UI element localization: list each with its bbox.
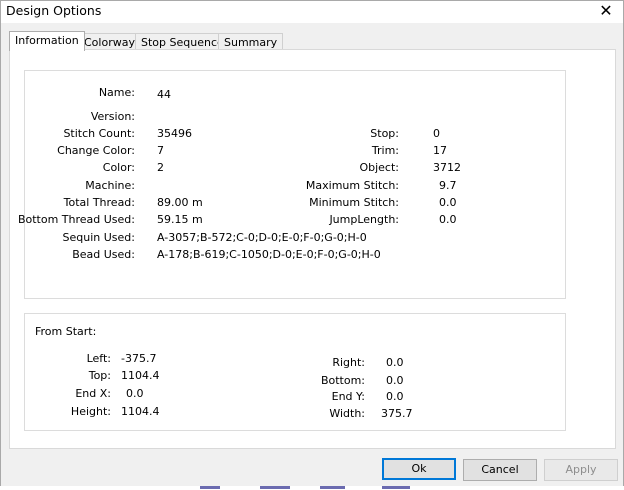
width-label: Width:	[329, 407, 365, 420]
color-label: Color:	[102, 161, 135, 174]
end-y-label: End Y:	[331, 390, 365, 403]
background-fragment	[200, 486, 220, 489]
bead-used-label: Bead Used:	[72, 248, 135, 261]
stitch-count-value: 35496	[157, 127, 192, 140]
max-stitch-label: Maximum Stitch:	[305, 179, 399, 192]
name-label: Name:	[98, 86, 135, 99]
jump-length-label: JumpLength:	[329, 213, 399, 226]
min-stitch-label: Minimum Stitch:	[309, 196, 399, 209]
background-strip	[0, 486, 624, 490]
min-stitch-value: 0.0	[439, 196, 457, 209]
change-color-value: 7	[157, 144, 164, 157]
bottom-thread-label: Bottom Thread Used:	[17, 213, 135, 226]
information-page: Name: 44 Version: Stitch Count: 35496 Ch…	[9, 49, 616, 449]
change-color-label: Change Color:	[57, 144, 135, 157]
right-label: Right:	[332, 356, 365, 369]
left-label: Left:	[86, 352, 111, 365]
tab-colorway[interactable]: Colorway	[78, 33, 141, 50]
bottom-value: 0.0	[386, 374, 404, 387]
top-label: Top:	[88, 369, 111, 382]
cancel-button[interactable]: Cancel	[463, 459, 537, 481]
title-bar: Design Options ✕	[1, 1, 623, 23]
tab-stop-sequence[interactable]: Stop Sequence	[135, 33, 230, 50]
sequin-used-value: A-3057;B-572;C-0;D-0;E-0;F-0;G-0;H-0	[157, 231, 367, 244]
bottom-thread-value: 59.15 m	[157, 213, 203, 226]
sequin-used-label: Sequin Used:	[62, 231, 135, 244]
width-value: 375.7	[381, 407, 413, 420]
object-label: Object:	[359, 161, 399, 174]
background-fragment	[260, 486, 290, 489]
tab-information[interactable]: Information	[9, 31, 85, 51]
object-value: 3712	[433, 161, 461, 174]
close-icon[interactable]: ✕	[589, 1, 623, 23]
end-x-label: End X:	[75, 387, 111, 400]
height-value: 1104.4	[121, 405, 160, 418]
design-info-group: Name: 44 Version: Stitch Count: 35496 Ch…	[18, 70, 566, 299]
bottom-label: Bottom:	[320, 374, 365, 387]
apply-button[interactable]: Apply	[544, 459, 618, 481]
end-x-value: 0.0	[126, 387, 144, 400]
stop-value: 0	[433, 127, 440, 140]
top-value: 1104.4	[121, 369, 160, 382]
total-thread-label: Total Thread:	[63, 196, 135, 209]
tab-summary[interactable]: Summary	[218, 33, 284, 50]
machine-label: Machine:	[85, 179, 135, 192]
bead-used-value: A-178;B-619;C-1050;D-0;E-0;F-0;G-0;H-0	[157, 248, 381, 261]
right-value: 0.0	[386, 356, 404, 369]
total-thread-value: 89.00 m	[157, 196, 203, 209]
name-value: 44	[157, 88, 171, 101]
background-fragment	[320, 486, 345, 489]
version-label: Version:	[90, 110, 135, 123]
from-start-group: From Start: Left: -375.7 Top: 1104.4 End…	[24, 313, 566, 431]
trim-label: Trim:	[371, 144, 399, 157]
jump-length-value: 0.0	[439, 213, 457, 226]
height-label: Height:	[70, 405, 111, 418]
trim-value: 17	[433, 144, 447, 157]
color-value: 2	[157, 161, 164, 174]
background-fragment	[382, 486, 410, 489]
stitch-count-label: Stitch Count:	[63, 127, 135, 140]
stop-label: Stop:	[370, 127, 399, 140]
end-y-value: 0.0	[386, 390, 404, 403]
max-stitch-value: 9.7	[439, 179, 457, 192]
dialog-title: Design Options	[6, 3, 102, 18]
from-start-heading: From Start:	[35, 325, 97, 338]
ok-button[interactable]: Ok	[382, 458, 456, 480]
design-options-dialog: Design Options ✕ Information Colorway St…	[0, 0, 624, 490]
left-value: -375.7	[121, 352, 157, 365]
